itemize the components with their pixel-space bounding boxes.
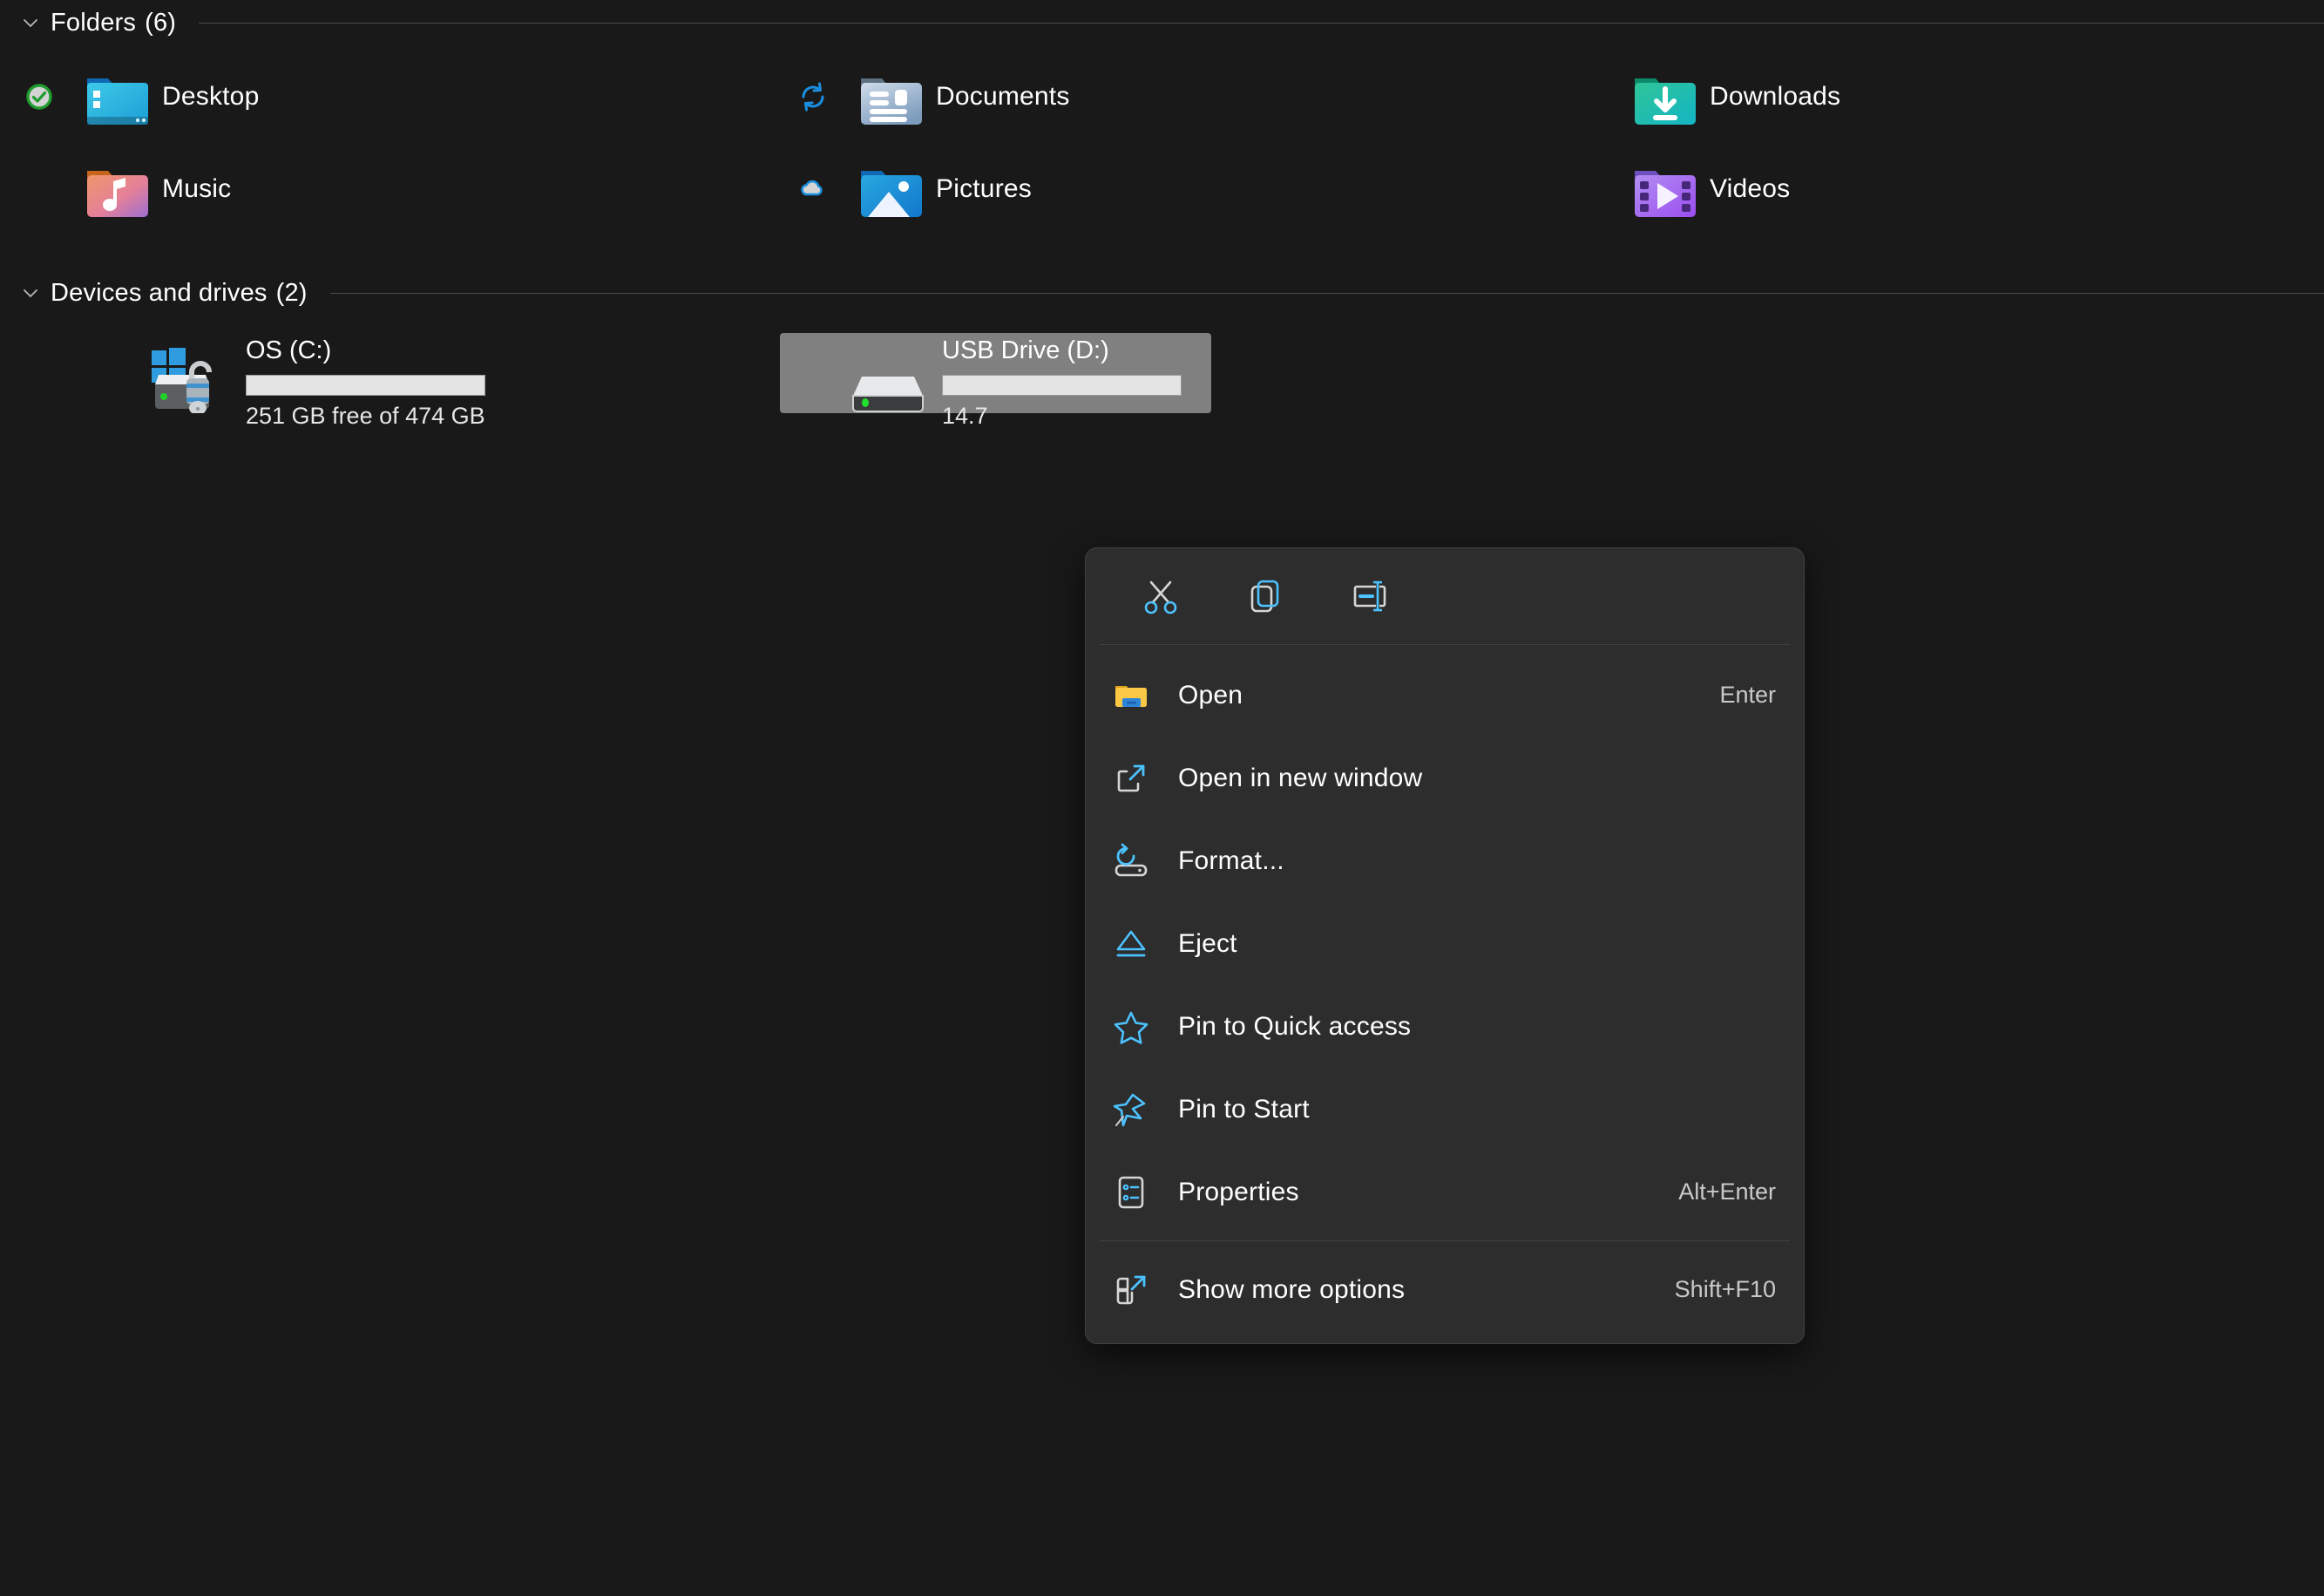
menu-item-label: Pin to Quick access (1178, 1011, 1412, 1041)
context-menu: Open Enter Open in new window Format... … (1085, 547, 1805, 1344)
menu-item-label: Open in new window (1178, 763, 1423, 792)
context-menu-more-group: Show more options Shift+F10 (1086, 1241, 1804, 1343)
pin-icon (1108, 1087, 1154, 1132)
folder-videos-icon (1631, 155, 1699, 223)
folder-item-music[interactable]: Music (0, 143, 774, 235)
chevron-down-icon[interactable] (17, 10, 44, 36)
folder-label: Pictures (936, 174, 1032, 203)
folder-pictures-icon (857, 155, 925, 223)
chevron-down-icon[interactable] (17, 280, 44, 306)
menu-item-accelerator: Shift+F10 (1674, 1276, 1776, 1302)
copy-button[interactable] (1213, 562, 1318, 630)
format-drive-icon (1108, 839, 1154, 884)
menu-item-accelerator: Enter (1719, 682, 1776, 708)
folder-label: Music (162, 174, 232, 203)
drive-capacity-bar (942, 375, 1182, 396)
folders-section-header[interactable]: Folders (6) (0, 0, 2324, 45)
open-folder-icon (1108, 673, 1154, 718)
menu-item-eject[interactable]: Eject (1086, 902, 1804, 985)
menu-item-properties[interactable]: Properties Alt+Enter (1086, 1151, 1804, 1233)
folder-documents-icon (857, 63, 925, 131)
folder-desktop-icon (84, 63, 152, 131)
folders-grid: Desktop Documents Downloads Music Pictur… (0, 51, 2324, 235)
rename-button[interactable] (1318, 562, 1422, 630)
folder-item-desktop[interactable]: Desktop (0, 51, 774, 143)
menu-item-accelerator: Alt+Enter (1678, 1178, 1776, 1205)
drives-section-count: (2) (275, 278, 308, 307)
folder-row: Desktop Documents Downloads (0, 51, 2324, 143)
drive-capacity-bar (246, 375, 485, 396)
drive-free-space-text: 14.7 (942, 403, 988, 429)
drives-section-header[interactable]: Devices and drives (2) (0, 270, 2324, 316)
menu-item-label: Open (1178, 680, 1243, 710)
drive-free-space-text: 251 GB free of 474 GB (246, 403, 485, 429)
folder-label: Documents (936, 82, 1070, 111)
cut-button[interactable] (1108, 562, 1213, 630)
section-divider (329, 292, 2324, 294)
folder-item-videos[interactable]: Videos (1548, 143, 2321, 235)
drive-name: OS (C:) (246, 336, 332, 364)
folder-downloads-icon (1631, 63, 1699, 131)
drives-section-title: Devices and drives (51, 278, 268, 307)
menu-item-label: Eject (1178, 928, 1237, 958)
onedrive-syncing-icon (796, 80, 830, 113)
context-menu-items: Open Enter Open in new window Format... … (1086, 645, 1804, 1240)
folder-label: Videos (1710, 174, 1791, 203)
folder-label: Desktop (162, 82, 260, 111)
menu-item-show-more-options[interactable]: Show more options Shift+F10 (1086, 1248, 1804, 1331)
menu-item-label: Properties (1178, 1177, 1299, 1206)
folder-music-icon (84, 155, 152, 223)
folder-label: Downloads (1710, 82, 1841, 111)
show-more-options-icon (1108, 1267, 1154, 1313)
folder-row: Music Pictures Videos (0, 143, 2324, 235)
menu-item-label: Pin to Start (1178, 1094, 1310, 1124)
folder-item-pictures[interactable]: Pictures (774, 143, 1548, 235)
menu-item-open[interactable]: Open Enter (1086, 654, 1804, 737)
drive-item-os-c[interactable]: OS (C:) 251 GB free of 474 GB (84, 333, 515, 429)
menu-item-label: Show more options (1178, 1274, 1406, 1304)
removable-drive-icon (846, 345, 937, 413)
windows-drive-bitlocker-unlocked-icon (150, 345, 241, 415)
menu-item-pin-to-quick-access[interactable]: Pin to Quick access (1086, 985, 1804, 1068)
section-divider (199, 22, 2324, 24)
onedrive-available-offline-icon (23, 80, 56, 113)
eject-icon (1108, 921, 1154, 967)
drives-grid: OS (C:) 251 GB free of 474 GB USB Drive … (0, 321, 2324, 429)
open-new-window-icon (1108, 756, 1154, 801)
properties-list-icon (1108, 1170, 1154, 1215)
drive-name: USB Drive (D:) (942, 336, 1109, 364)
menu-item-open-in-new-window[interactable]: Open in new window (1086, 737, 1804, 819)
menu-item-pin-to-start[interactable]: Pin to Start (1086, 1068, 1804, 1151)
menu-item-format[interactable]: Format... (1086, 819, 1804, 902)
menu-item-label: Format... (1178, 846, 1284, 875)
context-menu-toolbar (1086, 548, 1804, 644)
drive-item-usb-d[interactable]: USB Drive (D:) 14.7 (780, 333, 1211, 429)
folder-item-downloads[interactable]: Downloads (1548, 51, 2321, 143)
folders-section-count: (6) (145, 8, 177, 37)
folder-item-documents[interactable]: Documents (774, 51, 1548, 143)
star-outline-icon (1108, 1004, 1154, 1049)
onedrive-cloud-only-icon (796, 173, 830, 206)
folders-section-title: Folders (51, 8, 137, 37)
